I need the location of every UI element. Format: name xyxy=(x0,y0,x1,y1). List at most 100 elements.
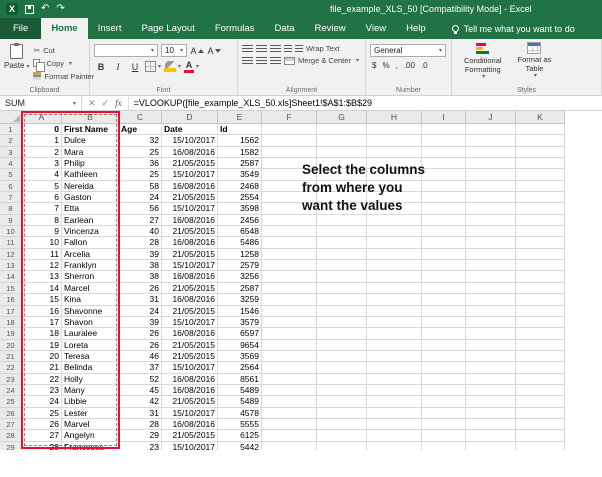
cell-K29[interactable] xyxy=(516,442,565,450)
cell-E23[interactable]: 8561 xyxy=(218,374,262,385)
cell-J4[interactable] xyxy=(466,158,516,169)
cell-A10[interactable]: 9 xyxy=(22,226,62,237)
cell-K25[interactable] xyxy=(516,396,565,407)
cell-D25[interactable]: 21/05/2015 xyxy=(162,396,218,407)
cell-B14[interactable]: Sherron xyxy=(62,271,119,282)
row-header-16[interactable]: 16 xyxy=(0,294,22,305)
cell-K11[interactable] xyxy=(516,237,565,248)
cell-H11[interactable] xyxy=(367,237,422,248)
cell-F9[interactable] xyxy=(262,215,317,226)
cell-I7[interactable] xyxy=(422,192,466,203)
cell-B3[interactable]: Mara xyxy=(62,147,119,158)
cell-K15[interactable] xyxy=(516,283,565,294)
ribbon-tab-page-layout[interactable]: Page Layout xyxy=(131,18,204,39)
row-header-28[interactable]: 28 xyxy=(0,430,22,441)
cell-C21[interactable]: 46 xyxy=(119,351,162,362)
cell-J7[interactable] xyxy=(466,192,516,203)
cell-G3[interactable] xyxy=(317,147,367,158)
align-top-icon[interactable] xyxy=(242,45,253,53)
ribbon-tab-home[interactable]: Home xyxy=(41,18,87,39)
cell-K16[interactable] xyxy=(516,294,565,305)
row-header-13[interactable]: 13 xyxy=(0,260,22,271)
cell-B28[interactable]: Angelyn xyxy=(62,430,119,441)
cell-E20[interactable]: 9654 xyxy=(218,340,262,351)
cell-B7[interactable]: Gaston xyxy=(62,192,119,203)
cell-D16[interactable]: 16/08/2016 xyxy=(162,294,218,305)
cell-I12[interactable] xyxy=(422,249,466,260)
cell-F16[interactable] xyxy=(262,294,317,305)
italic-button[interactable]: I xyxy=(111,60,125,73)
cell-I29[interactable] xyxy=(422,442,466,450)
cell-D8[interactable]: 15/10/2017 xyxy=(162,203,218,214)
cell-A11[interactable]: 10 xyxy=(22,237,62,248)
cell-E15[interactable]: 2587 xyxy=(218,283,262,294)
cell-C19[interactable]: 26 xyxy=(119,328,162,339)
cell-B5[interactable]: Kathleen xyxy=(62,169,119,180)
cell-B1[interactable]: First Name xyxy=(62,124,119,135)
row-header-3[interactable]: 3 xyxy=(0,147,22,158)
cell-H18[interactable] xyxy=(367,317,422,328)
bold-button[interactable]: B xyxy=(94,60,108,73)
cell-H23[interactable] xyxy=(367,374,422,385)
cell-G1[interactable] xyxy=(317,124,367,135)
cell-I8[interactable] xyxy=(422,203,466,214)
merge-center-icon[interactable] xyxy=(284,57,295,65)
cell-F1[interactable] xyxy=(262,124,317,135)
cell-K20[interactable] xyxy=(516,340,565,351)
cell-K26[interactable] xyxy=(516,408,565,419)
row-header-17[interactable]: 17 xyxy=(0,306,22,317)
column-header-J[interactable]: J xyxy=(466,111,516,123)
cell-C10[interactable]: 40 xyxy=(119,226,162,237)
cell-D1[interactable]: Date xyxy=(162,124,218,135)
cell-I25[interactable] xyxy=(422,396,466,407)
font-name-select[interactable]: ▾ xyxy=(94,44,158,57)
cell-E1[interactable]: Id xyxy=(218,124,262,135)
shrink-font-button[interactable]: A xyxy=(207,44,221,57)
cell-E21[interactable]: 3569 xyxy=(218,351,262,362)
cell-I10[interactable] xyxy=(422,226,466,237)
row-header-24[interactable]: 24 xyxy=(0,385,22,396)
column-header-I[interactable]: I xyxy=(422,111,466,123)
cell-D15[interactable]: 21/05/2015 xyxy=(162,283,218,294)
row-header-23[interactable]: 23 xyxy=(0,374,22,385)
cell-A18[interactable]: 17 xyxy=(22,317,62,328)
cell-C24[interactable]: 45 xyxy=(119,385,162,396)
cell-A29[interactable]: 28 xyxy=(22,442,62,450)
cell-B18[interactable]: Shavon xyxy=(62,317,119,328)
cell-I18[interactable] xyxy=(422,317,466,328)
cell-K3[interactable] xyxy=(516,147,565,158)
cell-D10[interactable]: 21/05/2015 xyxy=(162,226,218,237)
cell-J12[interactable] xyxy=(466,249,516,260)
cell-J2[interactable] xyxy=(466,135,516,146)
cell-F23[interactable] xyxy=(262,374,317,385)
cell-K14[interactable] xyxy=(516,271,565,282)
cell-G14[interactable] xyxy=(317,271,367,282)
cell-F13[interactable] xyxy=(262,260,317,271)
cell-D20[interactable]: 21/05/2015 xyxy=(162,340,218,351)
save-icon[interactable] xyxy=(25,5,34,14)
cell-K6[interactable] xyxy=(516,181,565,192)
cell-B21[interactable]: Teresa xyxy=(62,351,119,362)
cell-D14[interactable]: 16/08/2016 xyxy=(162,271,218,282)
row-header-11[interactable]: 11 xyxy=(0,237,22,248)
align-middle-icon[interactable] xyxy=(256,45,267,53)
enter-icon[interactable]: ✓ xyxy=(102,98,110,109)
cell-I14[interactable] xyxy=(422,271,466,282)
align-right-icon[interactable] xyxy=(270,57,281,65)
cell-K28[interactable] xyxy=(516,430,565,441)
cell-C11[interactable]: 28 xyxy=(119,237,162,248)
cell-A5[interactable]: 4 xyxy=(22,169,62,180)
cell-F12[interactable] xyxy=(262,249,317,260)
cell-K5[interactable] xyxy=(516,169,565,180)
paste-button[interactable]: Paste▾ xyxy=(4,42,29,82)
cell-D27[interactable]: 16/08/2016 xyxy=(162,419,218,430)
insert-function-icon[interactable]: fx xyxy=(115,98,122,108)
cell-J9[interactable] xyxy=(466,215,516,226)
cell-C14[interactable]: 38 xyxy=(119,271,162,282)
cell-I3[interactable] xyxy=(422,147,466,158)
cell-I27[interactable] xyxy=(422,419,466,430)
cell-K27[interactable] xyxy=(516,419,565,430)
cell-C15[interactable]: 26 xyxy=(119,283,162,294)
cell-G13[interactable] xyxy=(317,260,367,271)
row-header-19[interactable]: 19 xyxy=(0,328,22,339)
